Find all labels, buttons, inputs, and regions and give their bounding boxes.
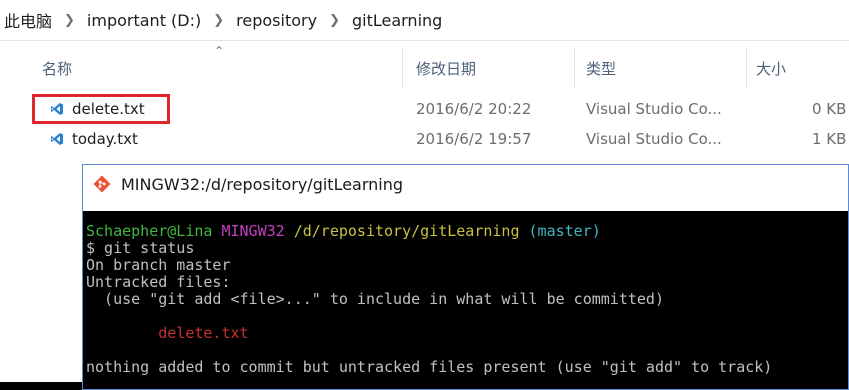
column-header-date[interactable]: 修改日期 xyxy=(416,58,476,79)
breadcrumb-drive[interactable]: important (D:) xyxy=(87,11,201,30)
column-divider[interactable] xyxy=(746,48,747,88)
file-row[interactable]: today.txt 2016/6/2 19:57 Visual Studio C… xyxy=(0,124,849,154)
chevron-right-icon[interactable]: ❯ xyxy=(213,13,224,28)
output-line: On branch master xyxy=(86,256,231,274)
prompt-line: Schaepher@Lina MINGW32 /d/repository/git… xyxy=(86,223,848,240)
git-icon xyxy=(93,175,111,193)
prompt-path: /d/repository/gitLearning xyxy=(293,222,520,240)
file-name: today.txt xyxy=(72,130,138,148)
file-name-cell[interactable]: today.txt xyxy=(50,126,138,152)
column-header-type[interactable]: 类型 xyxy=(586,58,616,79)
file-modified-date: 2016/6/2 19:57 xyxy=(416,130,532,148)
explorer-empty-area xyxy=(0,164,82,390)
terminal-title: MINGW32:/d/repository/gitLearning xyxy=(121,174,404,194)
output-line: Untracked files: xyxy=(86,273,231,291)
column-header-row: ⌃ 名称 修改日期 类型 大小 xyxy=(0,40,849,88)
file-size: 1 KB xyxy=(812,130,847,148)
chevron-right-icon[interactable]: ❯ xyxy=(329,13,340,28)
breadcrumb-gitlearning[interactable]: gitLearning xyxy=(352,11,442,30)
file-modified-date: 2016/6/2 20:22 xyxy=(416,100,532,118)
chevron-right-icon[interactable]: ❯ xyxy=(64,13,75,28)
column-divider[interactable] xyxy=(574,48,575,88)
file-type: Visual Studio Co... xyxy=(586,100,722,118)
window-edge xyxy=(0,382,82,390)
highlight-annotation-box xyxy=(32,94,170,124)
sort-ascending-icon: ⌃ xyxy=(214,44,225,58)
output-line: (use "git add <file>..." to include in w… xyxy=(86,290,664,308)
column-header-size[interactable]: 大小 xyxy=(756,58,786,79)
prompt-system: MINGW32 xyxy=(221,222,285,240)
breadcrumb-repository[interactable]: repository xyxy=(236,11,317,30)
address-bar[interactable]: 此电脑 ❯ important (D:) ❯ repository ❯ gitL… xyxy=(0,0,849,41)
column-divider[interactable] xyxy=(402,48,403,88)
prompt-user-host: Schaepher@Lina xyxy=(86,222,213,240)
command-line: $ git status xyxy=(86,239,195,257)
terminal-output[interactable]: Schaepher@Lina MINGW32 /d/repository/git… xyxy=(83,211,848,389)
column-header-name[interactable]: 名称 xyxy=(42,58,72,79)
summary-line: nothing added to commit but untracked fi… xyxy=(86,358,773,376)
vscode-file-icon xyxy=(51,133,63,145)
terminal-window[interactable]: MINGW32:/d/repository/gitLearning Schaep… xyxy=(82,164,849,390)
file-size: 0 KB xyxy=(812,100,847,118)
terminal-title-bar[interactable]: MINGW32:/d/repository/gitLearning xyxy=(83,165,848,203)
prompt-branch: (master) xyxy=(528,222,601,240)
file-explorer-window: 此电脑 ❯ important (D:) ❯ repository ❯ gitL… xyxy=(0,0,849,390)
untracked-file-line: delete.txt xyxy=(86,325,848,342)
breadcrumb-this-pc[interactable]: 此电脑 xyxy=(4,8,52,32)
file-type: Visual Studio Co... xyxy=(586,130,722,148)
untracked-file-name: delete.txt xyxy=(158,324,249,342)
